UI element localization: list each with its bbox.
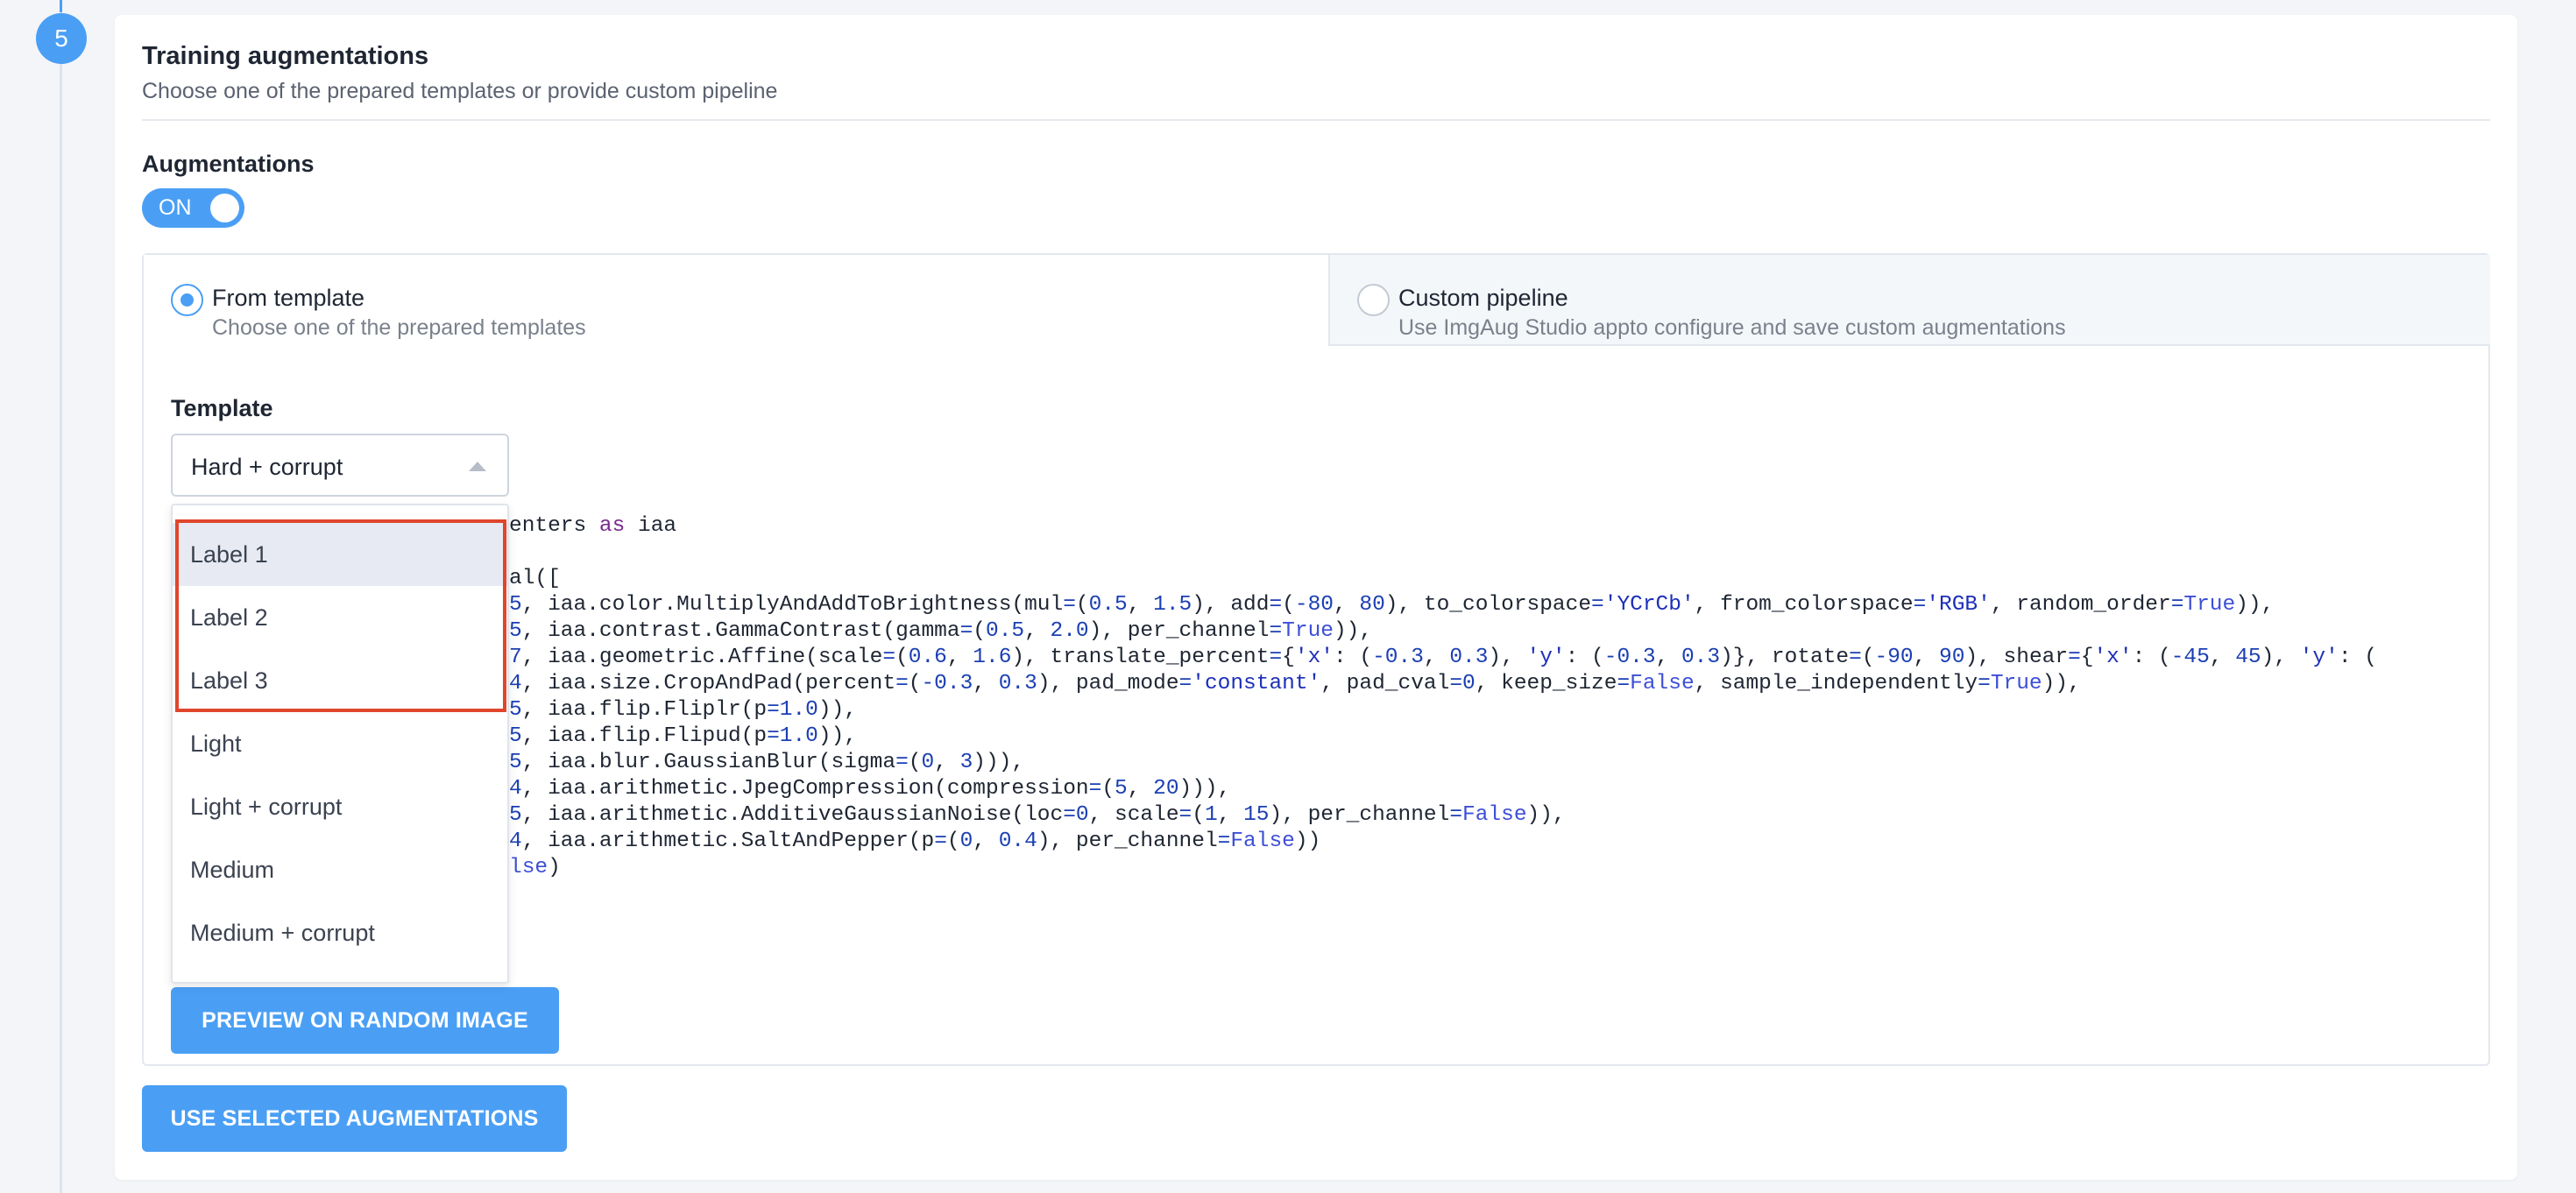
- code-line: 5, iaa.contrast.GammaContrast(gamma=(0.5…: [509, 619, 1373, 643]
- tab-title: From template: [212, 285, 365, 311]
- section-divider: [142, 119, 2490, 121]
- section-title: Training augmentations: [142, 42, 429, 70]
- custom-pipeline-radio[interactable]: [1357, 284, 1390, 316]
- augmentations-toggle[interactable]: ON: [142, 188, 244, 228]
- code-line: 5, iaa.flip.Fliplr(p=1.0)),: [509, 698, 857, 722]
- template-selected-value: Hard + corrupt: [191, 454, 343, 480]
- augmentations-label: Augmentations: [142, 151, 315, 177]
- augmentation-source-panel: From template Choose one of the prepared…: [142, 253, 2490, 1066]
- chevron-up-icon: [469, 462, 486, 471]
- from-template-radio[interactable]: [171, 284, 203, 316]
- dropdown-option[interactable]: Label 1: [173, 523, 507, 586]
- tab-title: Custom pipeline: [1398, 285, 1568, 311]
- template-select[interactable]: Hard + corrupt: [171, 434, 509, 497]
- code-line: 5, iaa.color.MultiplyAndAddToBrightness(…: [509, 593, 2275, 617]
- step-rail: [60, 0, 62, 1193]
- dropdown-option[interactable]: Label 3: [173, 649, 507, 712]
- code-line: lse): [509, 856, 561, 879]
- dropdown-option[interactable]: Light + corrupt: [173, 775, 507, 838]
- toggle-state-label: ON: [159, 195, 192, 220]
- code-line: 4, iaa.arithmetic.SaltAndPepper(p=(0, 0.…: [509, 829, 1321, 853]
- code-line: 5, iaa.arithmetic.AdditiveGaussianNoise(…: [509, 803, 1566, 827]
- code-line: 4, iaa.arithmetic.JpegCompression(compre…: [509, 777, 1231, 801]
- code-line: al([: [509, 567, 561, 590]
- step-rail-progress: [60, 0, 62, 12]
- code-line: enters as iaa: [509, 514, 677, 538]
- augmentation-code-preview: enters as iaa al([ 5, iaa.color.MultiplyAn…: [171, 513, 2475, 890]
- tab-description: Use ImgAug Studio appto configure and sa…: [1398, 315, 2066, 340]
- section-subtitle: Choose one of the prepared templates or …: [142, 79, 778, 103]
- dropdown-option[interactable]: Label 2: [173, 586, 507, 649]
- code-line: 7, iaa.geometric.Affine(scale=(0.6, 1.6)…: [509, 646, 2377, 669]
- code-line: 5, iaa.blur.GaussianBlur(sigma=(0, 3))),: [509, 751, 1025, 774]
- dropdown-option[interactable]: Light: [173, 712, 507, 775]
- template-dropdown-menu: Label 1 Label 2 Label 3 Light Light + corrup…: [171, 504, 509, 984]
- step-number-badge: 5: [36, 13, 87, 64]
- tab-description: Choose one of the prepared templates: [212, 315, 586, 340]
- training-augmentations-card: Training augmentations Choose one of the…: [115, 15, 2517, 1180]
- code-line: 4, iaa.size.CropAndPad(percent=(-0.3, 0.…: [509, 672, 2081, 695]
- preview-random-image-button[interactable]: PREVIEW ON RANDOM IMAGE: [171, 987, 559, 1054]
- dropdown-option[interactable]: Medium + corrupt: [173, 901, 507, 964]
- use-selected-augmentations-button[interactable]: USE SELECTED AUGMENTATIONS: [142, 1085, 567, 1152]
- dropdown-option[interactable]: Hard: [173, 964, 507, 982]
- template-label: Template: [171, 395, 273, 421]
- dropdown-option[interactable]: Medium: [173, 838, 507, 901]
- code-line: 5, iaa.flip.Flipud(p=1.0)),: [509, 724, 857, 748]
- tab-from-template[interactable]: From template Choose one of the prepared…: [144, 255, 1328, 346]
- toggle-knob: [210, 194, 239, 222]
- tab-custom-pipeline[interactable]: Custom pipeline Use ImgAug Studio appto …: [1328, 255, 2490, 346]
